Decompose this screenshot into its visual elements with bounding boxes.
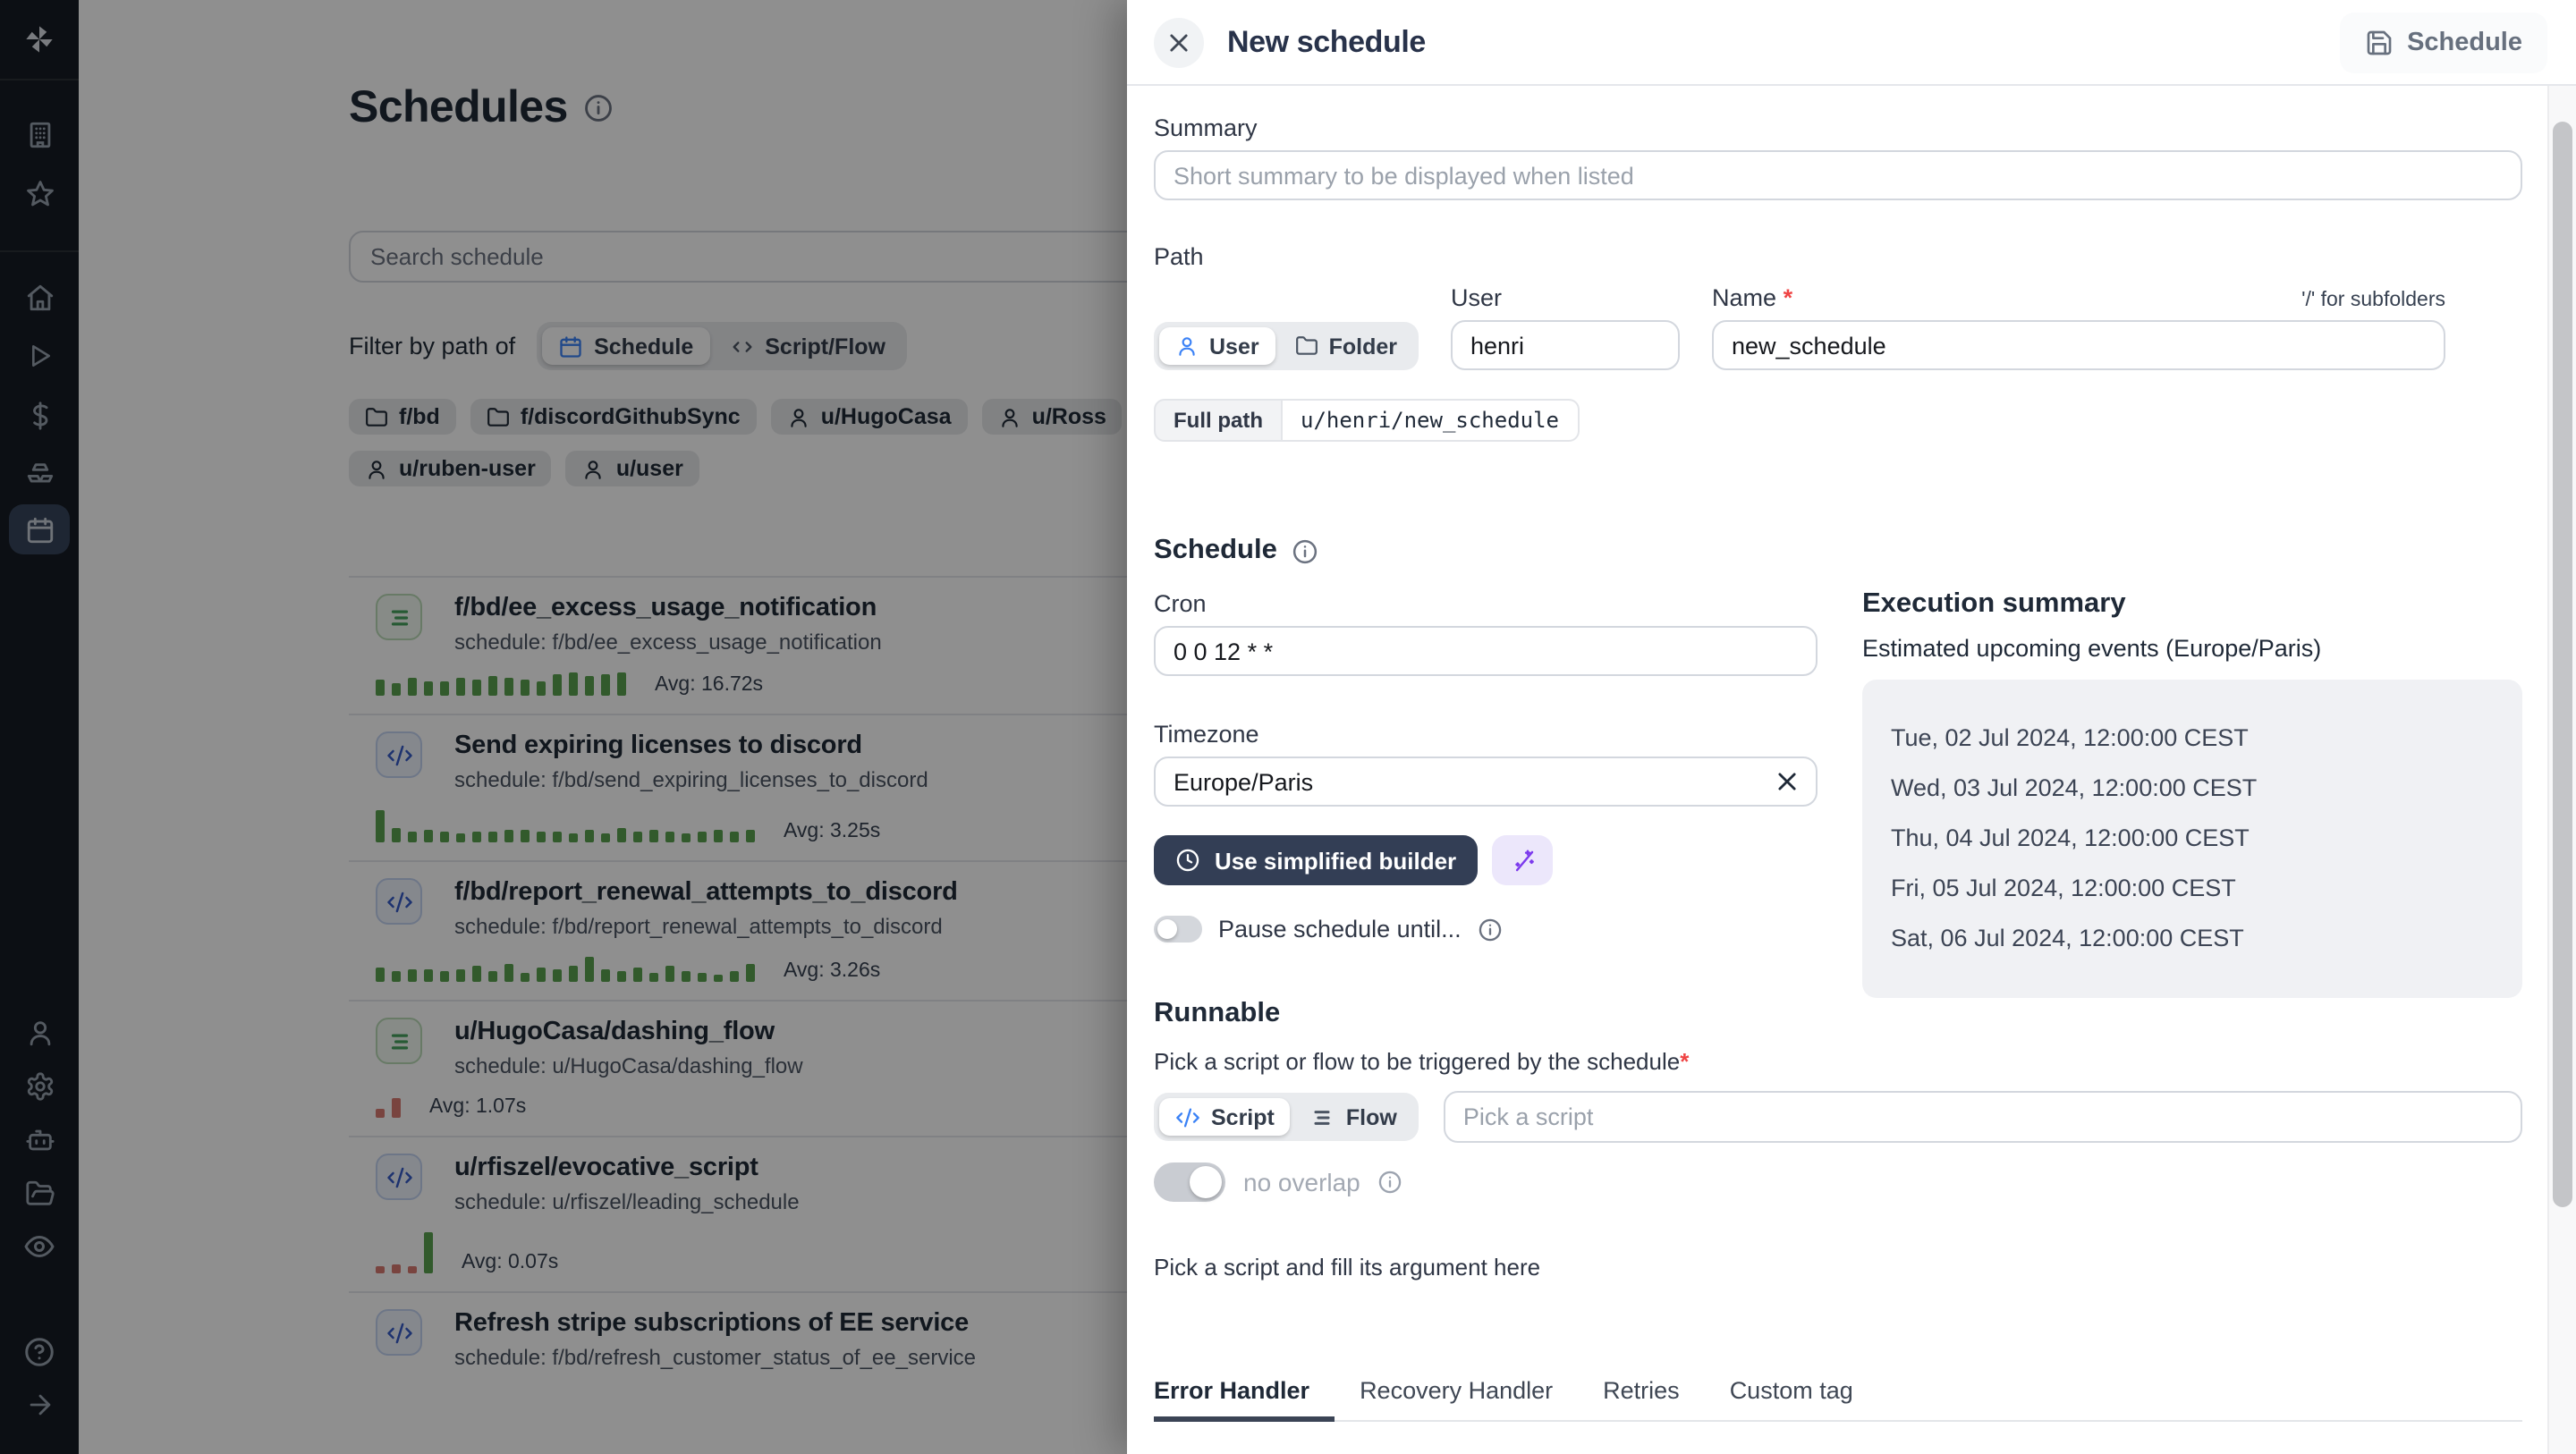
clock-icon bbox=[1176, 849, 1199, 872]
upcoming-event: Fri, 05 Jul 2024, 12:00:00 CEST bbox=[1891, 875, 2236, 901]
pause-schedule-row: Pause schedule until... bbox=[1154, 916, 1818, 943]
tab-retries[interactable]: Retries bbox=[1578, 1377, 1705, 1420]
execution-summary-heading: Execution summary bbox=[1862, 588, 2126, 619]
path-row: User Folder User Name * bbox=[1154, 284, 2522, 370]
schedule-section: Schedule Cron Timezone Use simplified bu… bbox=[1154, 535, 2522, 998]
drawer-scrollbar-thumb[interactable] bbox=[2553, 122, 2572, 1207]
runnable-toggle-flow-label: Flow bbox=[1345, 1104, 1397, 1129]
drawer-title: New schedule bbox=[1227, 24, 1426, 58]
upcoming-event: Tue, 02 Jul 2024, 12:00:00 CEST bbox=[1891, 724, 2249, 751]
tab-error-handler[interactable]: Error Handler bbox=[1154, 1377, 1335, 1422]
owner-toggle-folder[interactable]: Folder bbox=[1279, 327, 1413, 365]
cron-label: Cron bbox=[1154, 590, 1207, 617]
pause-schedule-toggle[interactable] bbox=[1154, 916, 1202, 943]
simplified-builder-button[interactable]: Use simplified builder bbox=[1154, 835, 1479, 885]
required-asterisk: * bbox=[1783, 284, 1793, 311]
tab-custom-tag[interactable]: Custom tag bbox=[1705, 1377, 1878, 1420]
required-asterisk: * bbox=[1680, 1048, 1690, 1075]
close-icon[interactable] bbox=[1154, 17, 1204, 67]
runnable-heading: Runnable bbox=[1154, 998, 1281, 1028]
no-overlap-label: no overlap bbox=[1243, 1168, 1360, 1196]
path-user-input[interactable] bbox=[1451, 320, 1680, 370]
handler-tabs: Error Handler Recovery Handler Retries Cust… bbox=[1154, 1377, 2522, 1422]
script-icon bbox=[1176, 1107, 1199, 1127]
user-icon bbox=[1179, 337, 1195, 356]
path-user-field: User bbox=[1451, 284, 1680, 370]
drawer-header: New schedule Schedule bbox=[1127, 0, 2576, 86]
runnable-toggle-script-label: Script bbox=[1211, 1104, 1275, 1129]
info-icon[interactable] bbox=[1292, 537, 1318, 564]
runnable-toggle-flow[interactable]: Flow bbox=[1294, 1098, 1413, 1136]
pause-schedule-label: Pause schedule until... bbox=[1218, 916, 1462, 943]
save-schedule-label: Schedule bbox=[2407, 28, 2522, 56]
clear-timezone-icon[interactable] bbox=[1775, 769, 1800, 794]
no-overlap-row: no overlap bbox=[1154, 1162, 2522, 1202]
folder-icon bbox=[1295, 336, 1318, 355]
full-path-value: u/henri/new_schedule bbox=[1283, 399, 1579, 442]
builder-buttons-row: Use simplified builder bbox=[1154, 835, 1818, 885]
timezone-label: Timezone bbox=[1154, 721, 1259, 748]
path-user-label: User bbox=[1451, 284, 1503, 311]
timezone-field bbox=[1154, 757, 1818, 807]
execution-summary-column: Execution summary Estimated upcoming eve… bbox=[1862, 588, 2522, 998]
subfolder-hint: '/' for subfolders bbox=[2301, 290, 2445, 311]
timezone-input[interactable] bbox=[1154, 757, 1818, 807]
info-icon[interactable] bbox=[1478, 917, 1503, 942]
path-name-label: Name * bbox=[1712, 284, 1793, 311]
owner-toggle-user[interactable]: User bbox=[1159, 327, 1275, 365]
ai-wand-button[interactable] bbox=[1492, 835, 1554, 885]
upcoming-event: Thu, 04 Jul 2024, 12:00:00 CEST bbox=[1891, 824, 2250, 851]
save-icon bbox=[2366, 30, 2391, 55]
no-overlap-toggle[interactable] bbox=[1154, 1162, 1225, 1202]
tab-recovery-handler[interactable]: Recovery Handler bbox=[1335, 1377, 1578, 1420]
cron-input[interactable] bbox=[1154, 626, 1818, 676]
upcoming-event: Wed, 03 Jul 2024, 12:00:00 CEST bbox=[1891, 774, 2258, 801]
owner-toggle-folder-label: Folder bbox=[1328, 334, 1397, 359]
magic-wand-icon bbox=[1514, 849, 1534, 871]
drawer-scrollbar-track[interactable] bbox=[2547, 0, 2576, 1454]
full-path-row: Full path u/henri/new_schedule bbox=[1154, 399, 1579, 442]
flow-icon bbox=[1315, 1110, 1331, 1124]
drawer-body: Summary Path User Folder User bbox=[1127, 114, 2576, 1454]
summary-input[interactable] bbox=[1154, 150, 2522, 200]
script-picker-input[interactable] bbox=[1443, 1091, 2522, 1143]
schedule-heading: Schedule bbox=[1154, 535, 1277, 565]
owner-toggle-user-label: User bbox=[1209, 334, 1259, 359]
runnable-picker-row: Script Flow bbox=[1154, 1091, 2522, 1143]
new-schedule-drawer: New schedule Schedule Summary Path User bbox=[1127, 0, 2576, 1454]
simplified-builder-label: Use simplified builder bbox=[1215, 847, 1457, 874]
save-schedule-button[interactable]: Schedule bbox=[2339, 12, 2547, 72]
execution-summary-subheading: Estimated upcoming events (Europe/Paris) bbox=[1862, 635, 2322, 662]
runnable-kind-toggle: Script Flow bbox=[1154, 1093, 1419, 1141]
path-name-field: Name * '/' for subfolders bbox=[1712, 284, 2445, 370]
runnable-description: Pick a script or flow to be triggered by… bbox=[1154, 1048, 1690, 1075]
schedule-heading-row: Schedule bbox=[1154, 535, 1818, 567]
runnable-toggle-script[interactable]: Script bbox=[1159, 1098, 1291, 1136]
runnable-note: Pick a script and fill its argument here bbox=[1154, 1254, 1541, 1281]
owner-kind-toggle: User Folder bbox=[1154, 322, 1419, 370]
path-name-input[interactable] bbox=[1712, 320, 2445, 370]
summary-label: Summary bbox=[1154, 114, 1258, 141]
full-path-label: Full path bbox=[1154, 399, 1283, 442]
path-label: Path bbox=[1154, 243, 1204, 270]
upcoming-event: Sat, 06 Jul 2024, 12:00:00 CEST bbox=[1891, 925, 2244, 951]
upcoming-events-panel: Tue, 02 Jul 2024, 12:00:00 CEST Wed, 03 J… bbox=[1862, 680, 2522, 998]
app-window: Schedules Search schedule Filter by path… bbox=[0, 0, 2576, 1454]
info-icon[interactable] bbox=[1378, 1170, 1403, 1195]
schedule-left-column: Schedule Cron Timezone Use simplified bu… bbox=[1154, 535, 1818, 998]
